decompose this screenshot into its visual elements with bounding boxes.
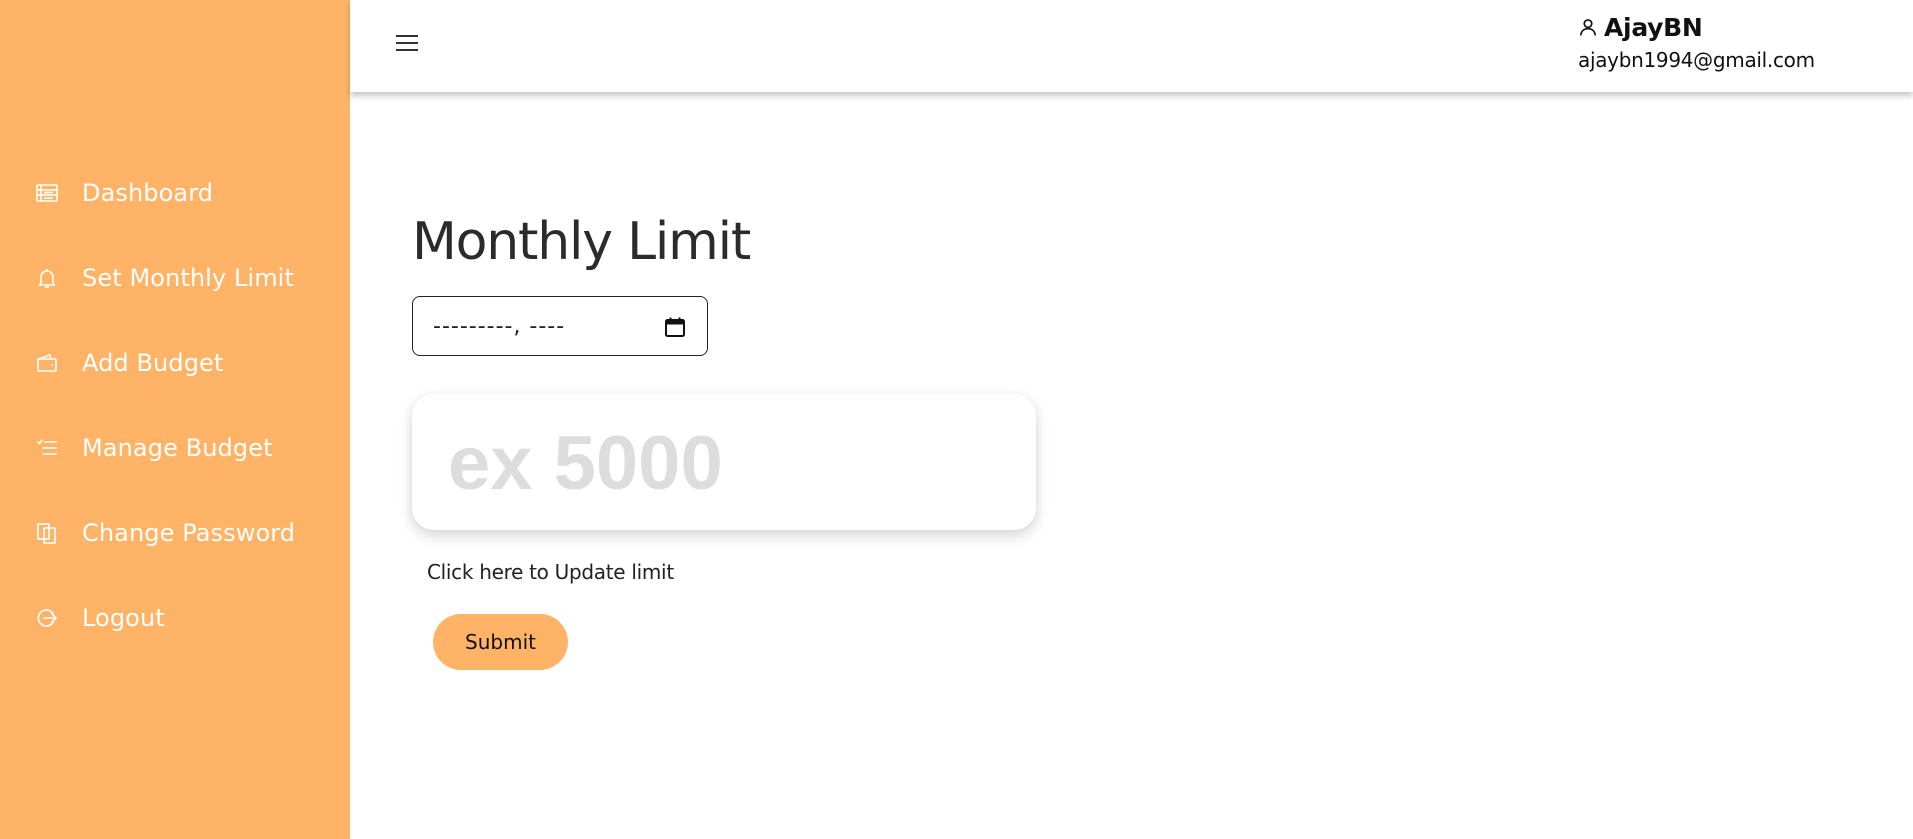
main-content: Monthly Limit ---------, ---- Click here… [350,92,1913,839]
sidebar: Dashboard Set Monthly Limit Add Budget M… [0,0,350,839]
update-limit-hint: Click here to Update limit [427,560,674,584]
submit-button[interactable]: Submit [433,614,568,670]
sidebar-item-label: Manage Budget [82,433,273,462]
sidebar-item-change-password[interactable]: Change Password [0,490,350,575]
user-icon [1578,17,1598,37]
list-check-icon [34,435,60,461]
sidebar-item-dashboard[interactable]: Dashboard [0,150,350,235]
logout-icon [34,605,60,631]
sidebar-item-label: Change Password [82,518,296,547]
user-info: AjayBN ajaybn1994@gmail.com [1578,10,1878,73]
calendar-icon[interactable] [663,315,687,339]
wallet-icon [34,350,60,376]
sidebar-nav: Dashboard Set Monthly Limit Add Budget M… [0,150,350,660]
sidebar-item-label: Dashboard [82,178,214,207]
sidebar-item-label: Logout [82,603,165,632]
user-name-row: AjayBN [1578,10,1878,44]
sidebar-item-label: Add Budget [82,348,224,377]
sidebar-item-set-monthly-limit[interactable]: Set Monthly Limit [0,235,350,320]
top-bar: AjayBN ajaybn1994@gmail.com [350,0,1913,92]
amount-card [412,394,1036,530]
sidebar-item-logout[interactable]: Logout [0,575,350,660]
user-email: ajaybn1994@gmail.com [1578,48,1815,72]
sidebar-item-add-budget[interactable]: Add Budget [0,320,350,405]
month-date-input[interactable]: ---------, ---- [412,296,708,356]
bell-icon [34,265,60,291]
hamburger-icon[interactable] [394,32,420,54]
sidebar-item-manage-budget[interactable]: Manage Budget [0,405,350,490]
limit-amount-input[interactable] [446,412,1010,514]
dashboard-icon [34,180,60,206]
sidebar-item-label: Set Monthly Limit [82,263,294,292]
user-name: AjayBN [1604,12,1703,42]
copy-icon [34,520,60,546]
date-input-value: ---------, ---- [433,313,566,339]
page-title: Monthly Limit [412,212,751,272]
